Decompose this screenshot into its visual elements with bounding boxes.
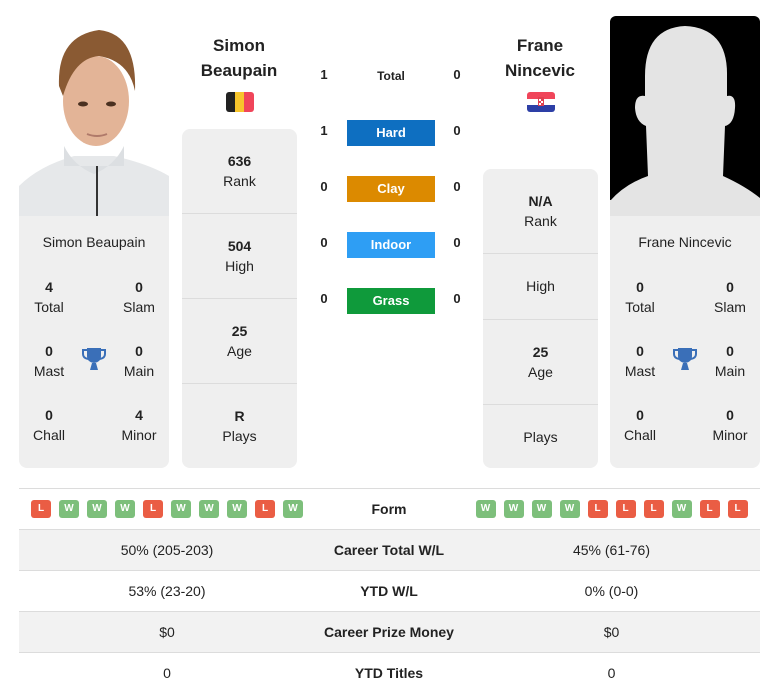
player2-form-badge-loss[interactable]: L (643, 500, 664, 518)
h2h-total-label: Total (377, 69, 405, 83)
form-label: Form (371, 501, 407, 517)
player1-slam-titles: 0 Slam (123, 279, 155, 315)
player2-form-badge-win[interactable]: W (559, 500, 580, 518)
player1-main-titles: 0 Main (123, 343, 155, 379)
player1-form: LWWWLWWWLW (19, 489, 315, 529)
player2-form: WWWWLLLWLL (463, 489, 760, 529)
table-row: 0 YTD Titles 0 (19, 653, 760, 693)
comparison-table: LWWWLWWWLW Form WWWWLLLWLL 50% (205-203)… (19, 488, 760, 693)
player2-plays: Plays (483, 404, 598, 468)
player1-full-name[interactable]: Simon Beaupain (19, 234, 169, 250)
player2-value: 0 (607, 665, 616, 681)
player1-form-badge-win[interactable]: W (59, 500, 79, 518)
player2-form-badge-loss[interactable]: L (727, 500, 748, 518)
player2-value: 45% (61-76) (572, 542, 651, 558)
player1-form-badge-win[interactable]: W (87, 500, 107, 518)
h2h-clay-p1: 0 (320, 179, 328, 194)
player2-titles-card: Frane Nincevic 0 Total 0 Slam 0 Mast 0 Main … (610, 216, 760, 468)
player2-challenger-titles: 0 Chall (624, 407, 656, 443)
trophy-icon (81, 346, 107, 372)
player1-form-badge-win[interactable]: W (227, 500, 247, 518)
h2h-indoor-p2: 0 (453, 235, 461, 250)
player1-minor-titles: 4 Minor (121, 407, 157, 443)
player2-form-badge-win[interactable]: W (475, 500, 496, 518)
h2h-total-p1: 1 (320, 67, 328, 82)
player2-value: 0% (0-0) (584, 583, 639, 599)
surface-grass-badge[interactable]: Grass (347, 288, 435, 314)
player1-value: 53% (23-20) (128, 583, 206, 599)
row-label: YTD Titles (354, 665, 424, 681)
belgium-flag-icon (226, 92, 254, 112)
player1-form-badge-loss[interactable]: L (143, 500, 163, 518)
table-row: $0 Career Prize Money $0 (19, 612, 760, 653)
player1-masters-titles: 0 Mast (33, 343, 65, 379)
player1-form-badge-win[interactable]: W (283, 500, 303, 518)
surface-indoor-badge[interactable]: Indoor (347, 232, 435, 258)
player2-form-badge-loss[interactable]: L (615, 500, 636, 518)
player2-main-titles: 0 Main (714, 343, 746, 379)
table-row: 53% (23-20) YTD W/L 0% (0-0) (19, 571, 760, 612)
player1-value: $0 (159, 624, 175, 640)
player2-first-name: Frane (516, 36, 564, 55)
player1-form-badge-win[interactable]: W (115, 500, 135, 518)
croatia-flag-icon (527, 92, 555, 112)
player2-form-badge-loss[interactable]: L (699, 500, 720, 518)
surface-clay-badge[interactable]: Clay (347, 176, 435, 202)
player2-name-heading[interactable]: Frane Nincevic (465, 33, 615, 83)
player1-last-name: Beaupain (200, 61, 278, 80)
player1-titles-card: Simon Beaupain 4 Total 0 Slam 0 Mast 0 Main … (19, 216, 169, 468)
row-label: YTD W/L (360, 583, 418, 599)
player1-challenger-titles: 0 Chall (33, 407, 65, 443)
player2-last-name: Nincevic (505, 61, 575, 80)
player1-info-card: 636 Rank 504 High 25 Age R Plays (182, 129, 297, 468)
player2-form-badge-win[interactable]: W (531, 500, 552, 518)
trophy-icon (672, 346, 698, 372)
form-row: LWWWLWWWLW Form WWWWLLLWLL (19, 489, 760, 530)
h2h-hard-p1: 1 (320, 123, 328, 138)
player1-photo (19, 16, 169, 216)
h2h-total-p2: 0 (453, 67, 461, 82)
player2-form-badge-loss[interactable]: L (587, 500, 608, 518)
player1-form-badge-win[interactable]: W (199, 500, 219, 518)
player1-rank: 636 Rank (223, 153, 256, 189)
player2-value: $0 (603, 624, 620, 640)
player1-age: 25 Age (182, 298, 297, 383)
player2-slam-titles: 0 Slam (714, 279, 746, 315)
h2h-grass-p1: 0 (320, 291, 328, 306)
player2-photo-placeholder (610, 16, 760, 216)
table-row: 50% (205-203) Career Total W/L 45% (61-7… (19, 530, 760, 571)
player2-minor-titles: 0 Minor (712, 407, 748, 443)
player1-plays: R Plays (182, 383, 297, 468)
player2-age: 25 Age (483, 319, 598, 404)
player1-form-badge-win[interactable]: W (171, 500, 191, 518)
player1-first-name: Simon (213, 36, 265, 55)
player1-value: 0 (163, 665, 171, 681)
player2-full-name[interactable]: Frane Nincevic (610, 234, 760, 250)
h2h-indoor-p1: 0 (320, 235, 328, 250)
h2h-grass-p2: 0 (453, 291, 461, 306)
player2-form-badge-win[interactable]: W (671, 500, 692, 518)
row-label: Career Total W/L (333, 542, 445, 558)
player1-form-badge-loss[interactable]: L (255, 500, 275, 518)
player2-rank: N/A Rank (524, 193, 557, 229)
player1-high: 504 High (182, 213, 297, 298)
player1-name-heading[interactable]: Simon Beaupain (164, 33, 314, 83)
row-label: Career Prize Money (324, 624, 454, 640)
player2-form-badge-win[interactable]: W (503, 500, 524, 518)
player1-value: 50% (205-203) (120, 542, 214, 558)
player2-masters-titles: 0 Mast (624, 343, 656, 379)
h2h-hard-p2: 0 (453, 123, 461, 138)
surface-hard-badge[interactable]: Hard (347, 120, 435, 146)
player2-info-card: N/A Rank High 25 Age Plays (483, 169, 598, 468)
h2h-clay-p2: 0 (453, 179, 461, 194)
player1-form-badge-loss[interactable]: L (31, 500, 51, 518)
player1-total-titles: 4 Total (34, 279, 64, 315)
player2-high: High (483, 253, 598, 319)
player2-total-titles: 0 Total (625, 279, 655, 315)
